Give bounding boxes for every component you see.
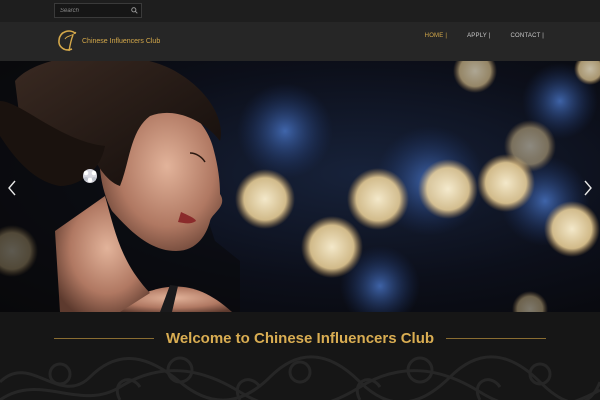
top-bar	[0, 0, 600, 22]
earring-icon	[83, 169, 97, 183]
chevron-right-icon	[584, 180, 592, 196]
welcome-title: Welcome to Chinese Influencers Club	[165, 329, 435, 347]
divider-left	[54, 337, 154, 339]
nav-apply[interactable]: APPLY |	[467, 33, 490, 39]
brand-name[interactable]: Chinese Influencers Club	[82, 38, 160, 45]
hero-image	[0, 61, 600, 312]
slider-prev-button[interactable]	[4, 177, 20, 199]
damask-pattern	[0, 355, 600, 400]
nav-home[interactable]: HOME |	[425, 33, 447, 39]
search-box	[54, 3, 142, 18]
welcome-heading-row: Welcome to Chinese Influencers Club	[54, 329, 546, 347]
chevron-left-icon	[8, 180, 16, 196]
logo-icon[interactable]	[54, 26, 84, 56]
welcome-section: Welcome to Chinese Influencers Club	[0, 312, 600, 400]
nav-contact[interactable]: CONTACT |	[511, 33, 544, 39]
divider-right	[446, 337, 546, 339]
site-header: Chinese Influencers Club HOME | APPLY | …	[0, 22, 600, 61]
slider-next-button[interactable]	[580, 177, 596, 199]
hero-slider	[0, 61, 600, 312]
search-input[interactable]	[55, 4, 129, 17]
main-nav: HOME | APPLY | CONTACT |	[425, 33, 544, 39]
search-icon[interactable]	[129, 6, 139, 16]
